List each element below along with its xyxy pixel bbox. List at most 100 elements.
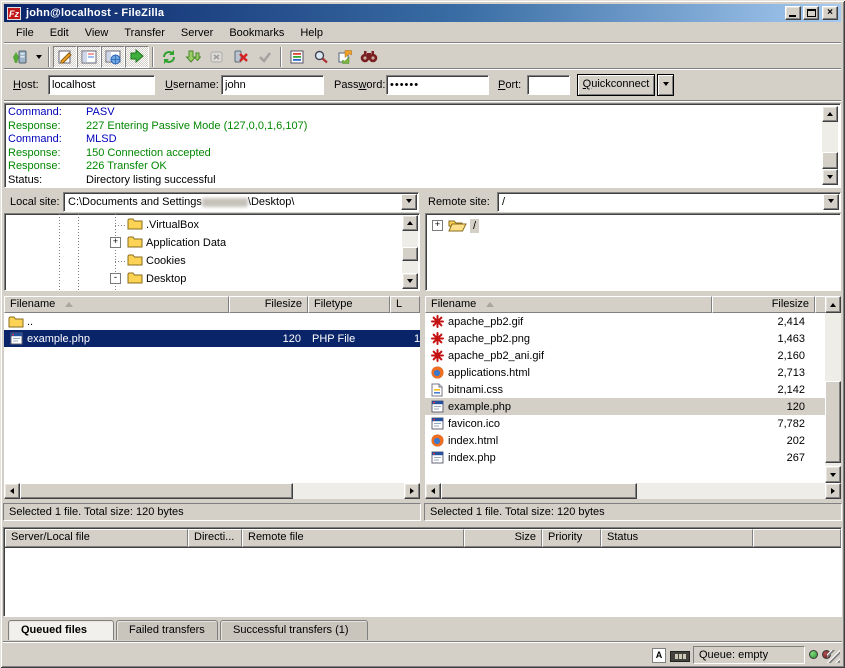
remote-list-scroll-up[interactable]	[825, 296, 841, 313]
cancel-operation-button[interactable]	[205, 46, 229, 68]
queue-header-status[interactable]: Status	[601, 529, 753, 547]
toggle-remote-tree-button[interactable]	[101, 46, 125, 68]
refresh-icon	[161, 49, 177, 65]
site-manager-dropdown[interactable]	[32, 46, 45, 68]
username-input[interactable]	[221, 75, 324, 95]
folder-icon	[127, 253, 143, 266]
collapse-minus-icon[interactable]: -	[110, 273, 121, 284]
tree-item-virtualbox[interactable]: .VirtualBox	[5, 216, 385, 234]
password-input[interactable]	[386, 75, 489, 95]
local-scroll-right[interactable]	[404, 483, 420, 499]
menu-help[interactable]: Help	[292, 25, 331, 41]
menu-view[interactable]: View	[77, 25, 117, 41]
tab-successful-transfers[interactable]: Successful transfers (1)	[220, 620, 368, 640]
transfer-type-indicator-icon[interactable]: A	[652, 648, 666, 663]
toggle-message-log-button[interactable]	[53, 46, 77, 68]
menu-transfer[interactable]: Transfer	[116, 25, 173, 41]
local-scroll-left[interactable]	[4, 483, 20, 499]
local-tree-scroll-down[interactable]	[402, 273, 418, 289]
remote-scroll-right[interactable]	[825, 483, 841, 499]
local-hscrollbar-thumb[interactable]	[20, 483, 293, 499]
quickconnect-button[interactable]: Quickconnect	[577, 74, 655, 96]
remote-list-scroll-down[interactable]	[825, 466, 841, 483]
tree-item-cookies[interactable]: Cookies	[5, 252, 385, 270]
quickconnect-dropdown[interactable]	[657, 74, 674, 96]
queue-header-direction[interactable]: Directi...	[188, 529, 242, 547]
remote-site-combobox[interactable]: /	[497, 192, 841, 212]
local-site-dropdown[interactable]	[401, 194, 417, 210]
tree-item-root[interactable]: + /	[426, 217, 626, 235]
tab-queued-files[interactable]: Queued files	[8, 620, 114, 640]
sync-arrows-icon	[337, 49, 353, 65]
queue-header-server-local-file[interactable]: Server/Local file	[5, 529, 188, 547]
port-input[interactable]	[527, 75, 570, 95]
remote-row[interactable]: index.html 202	[425, 432, 825, 449]
remote-hscrollbar-thumb[interactable]	[441, 483, 637, 499]
remote-row-selected[interactable]: example.php 120	[425, 398, 825, 415]
remote-header-filename[interactable]: Filename	[425, 296, 712, 313]
remote-header-filesize[interactable]: Filesize	[712, 296, 815, 313]
tree-item-application-data[interactable]: + Application Data	[5, 234, 385, 252]
menu-bookmarks[interactable]: Bookmarks	[221, 25, 292, 41]
menu-file[interactable]: File	[8, 25, 42, 41]
remote-row[interactable]: apache_pb2.png 1,463	[425, 330, 825, 347]
speed-limit-indicator-icon[interactable]	[670, 651, 690, 662]
expand-plus-icon[interactable]: +	[110, 237, 121, 248]
remote-list-scrollbar-thumb[interactable]	[825, 381, 841, 463]
local-header-lastmodified[interactable]: L	[390, 296, 420, 313]
local-tree-scroll-up[interactable]	[402, 215, 418, 231]
remote-row[interactable]: apache_pb2.gif 2,414	[425, 313, 825, 330]
password-label: Password:	[334, 75, 385, 95]
site-manager-button[interactable]	[8, 46, 32, 68]
php-file-icon	[431, 417, 444, 430]
remote-row[interactable]: applications.html 2,713	[425, 364, 825, 381]
queue-header-remote-file[interactable]: Remote file	[242, 529, 464, 547]
title-bar[interactable]: Fz john@localhost - FileZilla ×	[4, 4, 841, 22]
menu-server[interactable]: Server	[173, 25, 221, 41]
local-tree-scrollbar-thumb[interactable]	[402, 247, 418, 261]
directory-comparison-button[interactable]	[357, 46, 381, 68]
local-site-combobox[interactable]: C:\Documents and Settings\Desktop\	[63, 192, 419, 212]
remote-scroll-left[interactable]	[425, 483, 441, 499]
remote-row[interactable]: index.php 267	[425, 449, 825, 466]
local-header-filename[interactable]: Filename	[4, 296, 229, 313]
remote-pane-icon	[105, 49, 121, 65]
local-row-example-php[interactable]: example.php 120 PHP File 1	[4, 330, 420, 347]
menu-edit[interactable]: Edit	[42, 25, 77, 41]
log-scrollbar-thumb[interactable]	[822, 152, 838, 169]
minimize-icon	[789, 15, 796, 17]
remote-site-dropdown[interactable]	[823, 194, 839, 210]
tab-failed-transfers[interactable]: Failed transfers	[116, 620, 218, 640]
host-input[interactable]	[48, 75, 155, 95]
queue-header-size[interactable]: Size	[464, 529, 542, 547]
synchronized-browsing-button[interactable]	[333, 46, 357, 68]
maximize-button[interactable]	[803, 6, 819, 20]
minimize-button[interactable]	[785, 6, 801, 20]
toggle-transfer-queue-button[interactable]	[125, 46, 149, 68]
close-button[interactable]: ×	[822, 6, 838, 20]
php-file-icon	[10, 332, 23, 345]
disconnect-button[interactable]	[229, 46, 253, 68]
local-row-parentdir[interactable]: ..	[4, 313, 420, 330]
toggle-local-tree-button[interactable]	[77, 46, 101, 68]
log-scroll-up-button[interactable]	[822, 106, 838, 122]
remote-row[interactable]: favicon.ico 7,782	[425, 415, 825, 432]
remote-file-list: apache_pb2.gif 2,414 apache_pb2.png 1,46…	[425, 313, 825, 483]
directory-filters-button[interactable]	[285, 46, 309, 68]
log-scroll-down-button[interactable]	[822, 169, 838, 185]
file-search-button[interactable]	[309, 46, 333, 68]
queue-header-priority[interactable]: Priority	[542, 529, 601, 547]
log-line: Response:226 Transfer OK	[8, 160, 820, 174]
toolbar-separator	[280, 47, 282, 67]
local-header-filesize[interactable]: Filesize	[229, 296, 308, 313]
remote-row[interactable]: apache_pb2_ani.gif 2,160	[425, 347, 825, 364]
reconnect-button[interactable]	[253, 46, 277, 68]
local-header-filetype[interactable]: Filetype	[308, 296, 390, 313]
php-file-icon	[431, 451, 444, 464]
remote-row[interactable]: bitnami.css 2,142	[425, 381, 825, 398]
refresh-button[interactable]	[157, 46, 181, 68]
tree-item-desktop[interactable]: - Desktop	[5, 270, 385, 288]
expand-plus-icon[interactable]: +	[432, 220, 443, 231]
resize-grip[interactable]	[827, 650, 840, 663]
process-queue-button[interactable]	[181, 46, 205, 68]
